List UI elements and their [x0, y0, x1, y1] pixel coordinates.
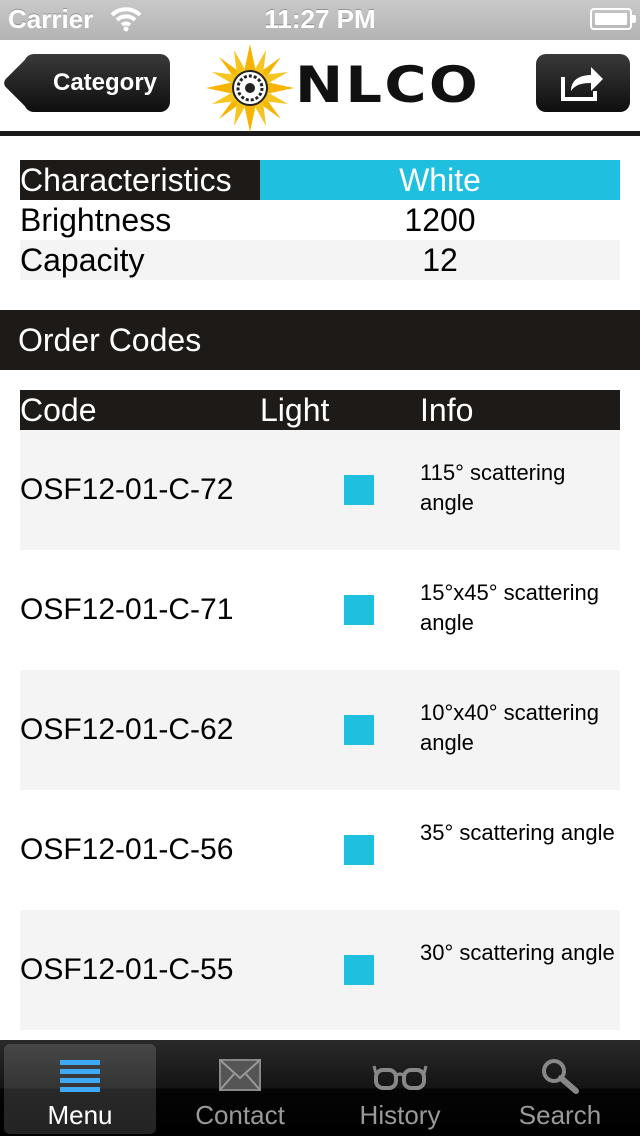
order-code: OSF12-01-C-56: [20, 833, 234, 866]
table-row[interactable]: OSF12-01-C-56 35° scattering angle: [20, 790, 620, 910]
tab-bar: Menu Contact History Search: [0, 1040, 640, 1136]
characteristic-value: 1200: [404, 202, 476, 238]
column-header-light: Light: [260, 392, 330, 428]
table-row[interactable]: OSF12-01-C-62 10°x40° scattering angle: [20, 670, 620, 790]
navigation-bar: Category NLCO: [0, 40, 640, 136]
characteristic-value: 12: [422, 242, 458, 278]
order-codes-section-header: Order Codes: [0, 310, 640, 370]
tab-search[interactable]: Search: [484, 1044, 636, 1134]
search-icon: [484, 1058, 636, 1098]
characteristics-header-value: White: [260, 160, 620, 200]
characteristic-row: Brightness 1200: [20, 200, 620, 240]
tab-contact[interactable]: Contact: [164, 1044, 316, 1134]
order-info: 15°x45° scattering angle: [420, 580, 600, 635]
product-detail-screen: Carrier 11:27 PM Category NLCO Character…: [0, 0, 640, 1136]
tab-label: Contact: [195, 1100, 285, 1130]
column-header-code: Code: [20, 392, 97, 428]
tab-history[interactable]: History: [324, 1044, 476, 1134]
order-info: 115° scattering angle: [420, 460, 566, 515]
tab-menu[interactable]: Menu: [4, 1044, 156, 1134]
glasses-icon: [324, 1058, 476, 1098]
status-bar: Carrier 11:27 PM: [0, 0, 640, 40]
light-color-swatch: [344, 715, 374, 745]
characteristic-row: Capacity 12: [20, 240, 620, 280]
characteristics-header-label: Characteristics: [20, 160, 260, 200]
share-icon: [561, 67, 603, 101]
tab-label: Menu: [47, 1100, 113, 1130]
share-button[interactable]: [536, 54, 630, 112]
order-info: 30° scattering angle: [420, 940, 615, 965]
order-codes-list: OSF12-01-C-72 115° scattering angle OSF1…: [20, 430, 620, 1030]
light-color-swatch: [344, 475, 374, 505]
table-row[interactable]: OSF12-01-C-55 30° scattering angle: [20, 910, 620, 1030]
characteristic-label: Brightness: [20, 202, 172, 238]
back-button[interactable]: Category: [24, 54, 170, 112]
table-row[interactable]: OSF12-01-C-71 15°x45° scattering angle: [20, 550, 620, 670]
order-code: OSF12-01-C-71: [20, 593, 234, 626]
order-code: OSF12-01-C-62: [20, 713, 234, 746]
battery-icon: [590, 8, 636, 30]
tab-label: History: [359, 1100, 441, 1130]
order-code: OSF12-01-C-55: [20, 953, 234, 986]
back-button-wrapper: Category: [14, 40, 174, 136]
order-code: OSF12-01-C-72: [20, 473, 234, 506]
brand-logo: NLCO: [205, 40, 495, 136]
characteristics-header-row: Characteristics White: [20, 160, 620, 200]
order-codes-table-header: Code Light Info: [20, 390, 620, 430]
characteristic-label: Capacity: [20, 242, 145, 278]
column-header-info: Info: [420, 392, 474, 428]
order-info: 10°x40° scattering angle: [420, 700, 600, 755]
logo-text: NLCO: [295, 56, 481, 114]
light-color-swatch: [344, 595, 374, 625]
sun-logo-icon: [206, 44, 294, 132]
clock: 11:27 PM: [264, 4, 376, 34]
light-color-swatch: [344, 835, 374, 865]
envelope-icon: [164, 1058, 316, 1098]
menu-icon: [4, 1058, 156, 1098]
table-row[interactable]: OSF12-01-C-72 115° scattering angle: [20, 430, 620, 550]
order-info: 35° scattering angle: [420, 820, 615, 845]
back-button-label: Category: [52, 69, 158, 96]
light-color-swatch: [344, 955, 374, 985]
characteristics-table: Characteristics White Brightness 1200 Ca…: [20, 160, 620, 280]
tab-label: Search: [518, 1100, 602, 1130]
